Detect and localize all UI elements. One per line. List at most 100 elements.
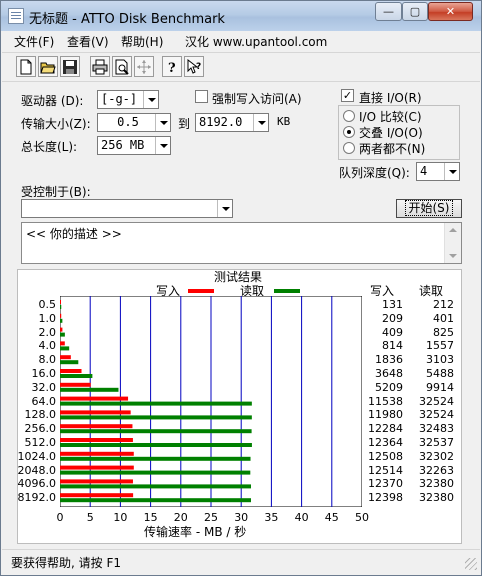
svg-text:?: ?	[196, 62, 201, 72]
transfer-to-value: 8192.0	[199, 115, 243, 129]
write-bar	[60, 396, 129, 401]
description-textarea[interactable]: << 你的描述 >>	[21, 222, 462, 264]
write-bar	[60, 438, 133, 442]
read-bar	[60, 498, 251, 503]
controlled-by-select[interactable]	[21, 199, 233, 218]
chevron-down-icon[interactable]	[155, 137, 170, 154]
y-tick-label: 8.0	[38, 353, 57, 367]
chevron-down-icon[interactable]	[143, 91, 158, 108]
read-value: 32263	[419, 463, 454, 477]
overlap-io-radio[interactable]	[343, 126, 355, 138]
title-bar[interactable]: 无标题 - ATTO Disk Benchmark — ▢ ✕	[1, 1, 481, 31]
menu-view[interactable]: 查看(V)	[67, 33, 109, 50]
read-value: 32483	[419, 422, 454, 436]
y-tick-label: 256.0	[24, 422, 57, 436]
x-tick-label: 45	[324, 511, 339, 524]
write-value: 1836	[375, 353, 403, 367]
transfer-to-select[interactable]: 8192.0	[195, 113, 269, 132]
write-bar	[60, 341, 65, 346]
open-folder-icon[interactable]	[38, 56, 58, 77]
write-value: 209	[382, 311, 403, 325]
scroll-up-icon[interactable]	[449, 228, 457, 232]
total-length-value: 256 MB	[101, 138, 145, 152]
chevron-down-icon[interactable]	[217, 200, 232, 217]
direct-io-label: 直接 I/O(R)	[359, 91, 422, 105]
chevron-down-icon[interactable]	[155, 114, 170, 131]
help-icon[interactable]: ?	[162, 56, 182, 77]
io-compare-radio[interactable]	[343, 110, 355, 122]
new-document-icon[interactable]	[16, 56, 36, 77]
move-icon[interactable]	[134, 56, 154, 77]
x-tick-label: 10	[113, 511, 128, 524]
menu-file[interactable]: 文件(F)	[14, 33, 54, 50]
context-help-icon[interactable]: ?	[184, 56, 204, 77]
description-scrollbar[interactable]	[444, 223, 461, 263]
total-length-select[interactable]: 256 MB	[97, 136, 171, 155]
window-title: 无标题 - ATTO Disk Benchmark	[29, 12, 225, 27]
drive-select[interactable]: [-g-]	[97, 90, 159, 109]
scroll-down-icon[interactable]	[449, 254, 457, 258]
close-button[interactable]: ✕	[428, 2, 473, 21]
read-bar	[60, 429, 252, 434]
write-value: 12508	[368, 449, 403, 463]
write-bar	[60, 410, 131, 415]
read-value: 9914	[426, 380, 454, 394]
menu-localized-by[interactable]: 汉化 www.upantool.com	[185, 33, 327, 50]
x-tick-label: 50	[355, 511, 369, 524]
minimize-button[interactable]: —	[375, 2, 402, 21]
save-icon[interactable]	[60, 56, 80, 77]
read-value: 1557	[426, 339, 454, 353]
write-bar	[60, 451, 134, 456]
x-tick-label: 40	[294, 511, 309, 524]
read-bar	[60, 443, 252, 447]
y-tick-label: 8192.0	[17, 491, 57, 505]
direct-io-checkbox[interactable]: ✓	[341, 89, 354, 102]
read-legend-swatch	[274, 289, 300, 293]
read-bar	[60, 305, 62, 309]
write-column-header: 写入	[370, 284, 395, 298]
write-bar	[60, 300, 61, 304]
force-write-label: 强制写入访问(A)	[212, 92, 302, 106]
menu-help[interactable]: 帮助(H)	[121, 33, 163, 50]
transfer-size-label: 传输大小(Z):	[21, 117, 91, 131]
resize-grip-icon[interactable]	[465, 558, 477, 570]
start-button[interactable]: 开始(S)	[396, 199, 462, 218]
neither-label: 两者都不(N)	[359, 142, 426, 156]
force-write-checkbox[interactable]	[195, 90, 208, 103]
transfer-from-value: 0.5	[117, 115, 139, 129]
start-button-label: 开始(S)	[404, 200, 454, 216]
print-preview-icon[interactable]	[112, 56, 132, 77]
write-value: 814	[382, 339, 403, 353]
read-bar	[60, 415, 252, 420]
maximize-button[interactable]: ▢	[402, 2, 428, 21]
write-bar	[60, 493, 134, 498]
status-bar: 要获得帮助, 请按 F1	[2, 549, 480, 573]
description-text: << 你的描述 >>	[26, 227, 122, 241]
read-bar	[60, 346, 70, 351]
neither-radio[interactable]	[343, 142, 355, 154]
app-window: 无标题 - ATTO Disk Benchmark — ▢ ✕ 文件(F) 查看…	[0, 0, 482, 576]
kb-label: KB	[277, 115, 291, 128]
y-tick-label: 2048.0	[17, 463, 57, 477]
x-tick-label: 35	[264, 511, 279, 524]
write-value: 12370	[368, 477, 403, 491]
read-value: 32380	[419, 491, 454, 505]
queue-depth-select[interactable]: 4	[416, 162, 460, 181]
read-value: 32524	[419, 408, 454, 422]
x-tick-label: 0	[56, 511, 64, 524]
write-value: 3648	[375, 367, 403, 380]
read-value: 212	[433, 298, 454, 311]
write-value: 409	[382, 325, 403, 339]
benchmark-chart	[60, 296, 362, 507]
read-bar	[60, 318, 63, 323]
read-bar	[60, 456, 251, 461]
write-value: 12364	[368, 436, 403, 449]
to-label: 到	[178, 117, 191, 131]
chevron-down-icon[interactable]	[253, 114, 268, 131]
chevron-down-icon[interactable]	[444, 163, 459, 180]
write-bar	[60, 465, 134, 470]
print-icon[interactable]	[90, 56, 110, 77]
transfer-from-select[interactable]: 0.5	[97, 113, 171, 132]
write-bar	[60, 479, 133, 484]
write-legend-swatch	[188, 289, 214, 293]
